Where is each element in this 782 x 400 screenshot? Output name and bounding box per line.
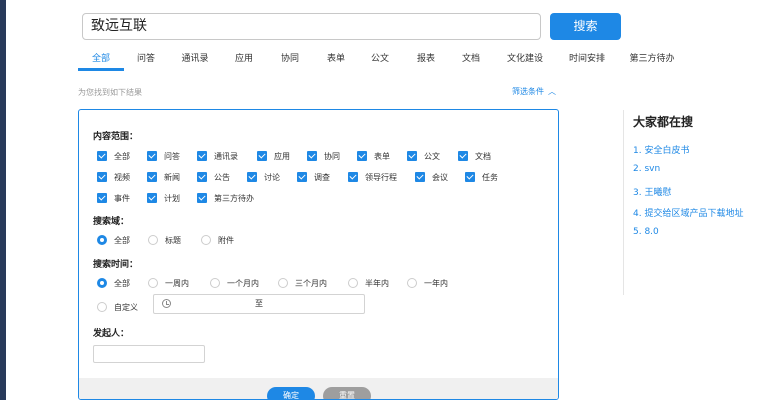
trending-item[interactable]: 2. svn — [633, 164, 660, 174]
checkbox-collaboration[interactable]: 协同 — [307, 149, 340, 163]
tab-documents-official[interactable]: 公文 — [371, 52, 389, 72]
radio-time-three-months[interactable]: 三个月内 — [278, 276, 327, 290]
tab-forms[interactable]: 表单 — [327, 52, 345, 72]
radio-field-title[interactable]: 标题 — [148, 233, 181, 247]
checkbox-icon — [97, 172, 107, 182]
date-range-picker[interactable]: 至 — [153, 294, 365, 314]
radio-time-month[interactable]: 一个月内 — [210, 276, 259, 290]
active-tab-indicator — [78, 68, 124, 71]
trending-item[interactable]: 1. 安全白皮书 — [633, 143, 689, 156]
checkbox-icon — [147, 172, 157, 182]
sidebar-divider — [623, 110, 624, 295]
radio-icon — [201, 235, 211, 245]
result-hint: 为您找到如下结果 — [78, 88, 142, 97]
checkbox-icon — [458, 151, 468, 161]
checkbox-all[interactable]: 全部 — [97, 149, 130, 163]
checkbox-icon — [197, 193, 207, 203]
checkbox-icon — [147, 193, 157, 203]
checkbox-icon — [297, 172, 307, 182]
search-field-label: 搜索域： — [93, 217, 130, 227]
checkbox-files[interactable]: 文档 — [458, 149, 491, 163]
tab-schedule[interactable]: 时间安排 — [569, 52, 605, 72]
radio-icon — [348, 278, 358, 288]
radio-icon — [97, 302, 107, 312]
tab-reports[interactable]: 报表 — [417, 52, 435, 72]
content-scope-label: 内容范围： — [93, 132, 139, 142]
checkbox-icon — [257, 151, 267, 161]
checkbox-icon — [197, 151, 207, 161]
checkbox-icon — [197, 172, 207, 182]
initiator-label: 发起人： — [93, 329, 130, 339]
checkbox-video[interactable]: 视频 — [97, 170, 130, 184]
checkbox-icon — [348, 172, 358, 182]
trending-item[interactable]: 3. 王曦慰 — [633, 185, 671, 198]
checkbox-announcement[interactable]: 公告 — [197, 170, 230, 184]
radio-field-attachment[interactable]: 附件 — [201, 233, 234, 247]
trending-title: 大家都在搜 — [633, 115, 694, 129]
checkbox-icon — [97, 151, 107, 161]
radio-time-half-year[interactable]: 半年内 — [348, 276, 389, 290]
filter-panel: 内容范围： 全部 问答 通讯录 应用 协同 表单 公文 文档 视频 新闻 公告 … — [78, 109, 559, 400]
tab-collaboration[interactable]: 协同 — [281, 52, 299, 72]
checkbox-icon — [465, 172, 475, 182]
radio-icon — [278, 278, 288, 288]
trending-item[interactable]: 4. 提交给区域产品下载地址 — [633, 206, 743, 219]
tab-apps[interactable]: 应用 — [235, 52, 253, 72]
search-input[interactable]: 致远互联 — [82, 13, 541, 40]
initiator-input[interactable] — [93, 345, 205, 363]
tab-files[interactable]: 文档 — [462, 52, 480, 72]
radio-time-year[interactable]: 一年内 — [407, 276, 448, 290]
checkbox-icon — [247, 172, 257, 182]
checkbox-forms[interactable]: 表单 — [357, 149, 390, 163]
checkbox-icon — [407, 151, 417, 161]
checkbox-apps[interactable]: 应用 — [257, 149, 290, 163]
checkbox-contacts[interactable]: 通讯录 — [197, 149, 238, 163]
checkbox-news[interactable]: 新闻 — [147, 170, 180, 184]
radio-time-week[interactable]: 一周内 — [148, 276, 189, 290]
filter-footer: 确定 重置 — [79, 378, 558, 399]
radio-field-all[interactable]: 全部 — [97, 233, 130, 247]
tab-culture[interactable]: 文化建设 — [507, 52, 543, 72]
checkbox-survey[interactable]: 调查 — [297, 170, 330, 184]
radio-icon — [148, 278, 158, 288]
reset-button[interactable]: 重置 — [323, 387, 371, 399]
radio-selected-icon — [97, 235, 107, 245]
checkbox-discussion[interactable]: 讨论 — [247, 170, 280, 184]
radio-icon — [210, 278, 220, 288]
tab-third-party-todo[interactable]: 第三方待办 — [629, 52, 674, 72]
checkbox-plan[interactable]: 计划 — [147, 191, 180, 205]
radio-selected-icon — [97, 278, 107, 288]
checkbox-qa[interactable]: 问答 — [147, 149, 180, 163]
checkbox-event[interactable]: 事件 — [97, 191, 130, 205]
date-range-separator: 至 — [255, 299, 263, 308]
checkbox-icon — [307, 151, 317, 161]
filter-toggle[interactable]: 筛选条件 ︿ — [512, 86, 556, 97]
tab-contacts[interactable]: 通讯录 — [181, 52, 208, 72]
radio-time-custom[interactable]: 自定义 — [97, 300, 138, 314]
filter-toggle-label: 筛选条件 — [512, 87, 544, 96]
radio-icon — [407, 278, 417, 288]
radio-time-all[interactable]: 全部 — [97, 276, 130, 290]
checkbox-icon — [415, 172, 425, 182]
checkbox-icon — [357, 151, 367, 161]
search-time-label: 搜索时间： — [93, 260, 139, 270]
trending-item[interactable]: 5. 8.0 — [633, 227, 659, 237]
checkbox-task[interactable]: 任务 — [465, 170, 498, 184]
confirm-button[interactable]: 确定 — [267, 387, 315, 399]
checkbox-meeting[interactable]: 会议 — [415, 170, 448, 184]
search-button[interactable]: 搜索 — [550, 13, 621, 40]
checkbox-third-party-todo[interactable]: 第三方待办 — [197, 191, 254, 205]
tab-qa[interactable]: 问答 — [137, 52, 155, 72]
checkbox-official-docs[interactable]: 公文 — [407, 149, 440, 163]
checkbox-icon — [147, 151, 157, 161]
chevron-up-icon: ︿ — [548, 87, 556, 96]
radio-icon — [148, 235, 158, 245]
checkbox-leader-schedule[interactable]: 领导行程 — [348, 170, 397, 184]
checkbox-icon — [97, 193, 107, 203]
